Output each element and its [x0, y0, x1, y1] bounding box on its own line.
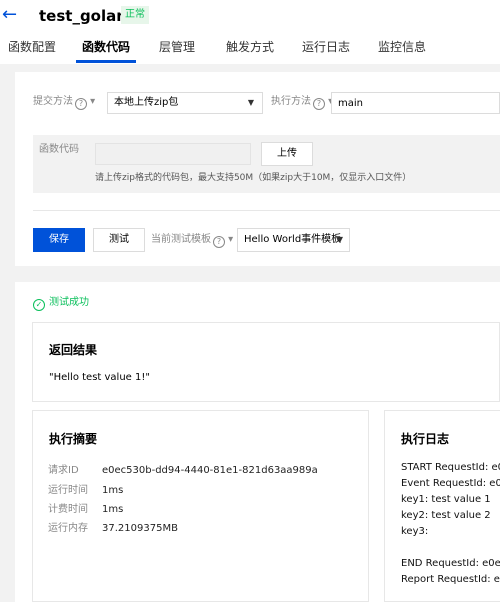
tab-bar: 函数配置 函数代码 层管理 触发方式 运行日志 监控信息	[0, 36, 500, 64]
tab-run-logs[interactable]: 运行日志	[302, 38, 350, 56]
return-result-card: 返回结果 "Hello test value 1!"	[32, 322, 500, 402]
tab-function-code[interactable]: 函数代码	[82, 38, 130, 56]
submit-method-select[interactable]: 本地上传zip包 ▼	[107, 92, 263, 114]
exec-method-label: 执行方法? ▾	[271, 96, 334, 110]
test-success-status: ✓ 测试成功	[33, 296, 89, 311]
upload-area: 函数代码 上传 请上传zip格式的代码包，最大支持50M（如果zip大于10M，…	[33, 135, 500, 193]
help-icon[interactable]: ?	[213, 236, 225, 248]
test-template-select[interactable]: Hello World事件模板 ▼	[237, 228, 350, 252]
upload-button[interactable]: 上传	[261, 142, 313, 166]
test-button[interactable]: 测试	[93, 228, 145, 252]
log-line: key2: test value 2	[401, 510, 491, 521]
chevron-down-icon: ▼	[336, 235, 343, 244]
submit-method-label: 提交方法? ▾	[33, 96, 96, 110]
request-id-label: 请求ID	[48, 465, 79, 476]
test-template-label: 当前测试模板? ▾	[151, 234, 234, 248]
memory-label: 运行内存	[48, 523, 88, 534]
upload-hint: 请上传zip格式的代码包，最大支持50M（如果zip大于10M，仅显示入口文件）	[95, 173, 412, 183]
tab-layer-management[interactable]: 层管理	[159, 38, 195, 56]
execution-summary-card: 执行摘要 请求ID e0ec530b-dd94-4440-81e1-821d63…	[32, 410, 369, 602]
log-line: Report RequestId: e0ec	[401, 574, 500, 585]
billed-time-value: 1ms	[102, 504, 124, 515]
request-id-value: e0ec530b-dd94-4440-81e1-821d63aa989a	[102, 465, 318, 476]
tab-monitoring[interactable]: 监控信息	[378, 38, 426, 56]
tab-trigger[interactable]: 触发方式	[226, 38, 274, 56]
execution-log-title: 执行日志	[401, 432, 450, 446]
execution-summary-title: 执行摘要	[49, 432, 98, 446]
help-icon[interactable]: ?	[75, 98, 87, 110]
log-line: END RequestId: e0ec53	[401, 558, 500, 569]
memory-value: 37.2109375MB	[102, 523, 178, 534]
arrow-left-icon[interactable]: ←	[2, 2, 20, 28]
divider	[33, 210, 500, 211]
status-badge: 正常	[121, 6, 149, 24]
billed-time-label: 计费时间	[48, 504, 88, 515]
top-header: ← test_golang1 正常 函数配置 函数代码 层管理 触发方式 运行日…	[0, 0, 500, 64]
log-line: START RequestId: e0ec	[401, 462, 500, 473]
active-tab-indicator	[76, 60, 136, 63]
return-result-title: 返回结果	[49, 343, 98, 357]
code-config-panel: 提交方法? ▾ 本地上传zip包 ▼ 执行方法? ▾ 函数代码 上传 请上传zi…	[15, 72, 500, 266]
return-value: "Hello test value 1!"	[49, 372, 150, 383]
tab-function-config[interactable]: 函数配置	[8, 38, 56, 56]
file-path-field[interactable]	[95, 143, 251, 165]
test-result-panel: ✓ 测试成功 返回结果 "Hello test value 1!" 执行摘要 请求…	[15, 282, 500, 602]
exec-method-input[interactable]	[331, 92, 500, 114]
save-button[interactable]: 保存	[33, 228, 85, 252]
log-line: key1: test value 1	[401, 494, 491, 505]
run-time-value: 1ms	[102, 485, 124, 496]
function-code-label: 函数代码	[39, 144, 79, 155]
chevron-down-icon: ▼	[247, 98, 254, 107]
run-time-label: 运行时间	[48, 485, 88, 496]
help-icon[interactable]: ?	[313, 98, 325, 110]
execution-log-card: 执行日志 START RequestId: e0ec Event Request…	[384, 410, 500, 602]
check-circle-icon: ✓	[33, 299, 45, 311]
log-line: key3:	[401, 526, 429, 537]
log-line: Event RequestId: e0ec5	[401, 478, 500, 489]
